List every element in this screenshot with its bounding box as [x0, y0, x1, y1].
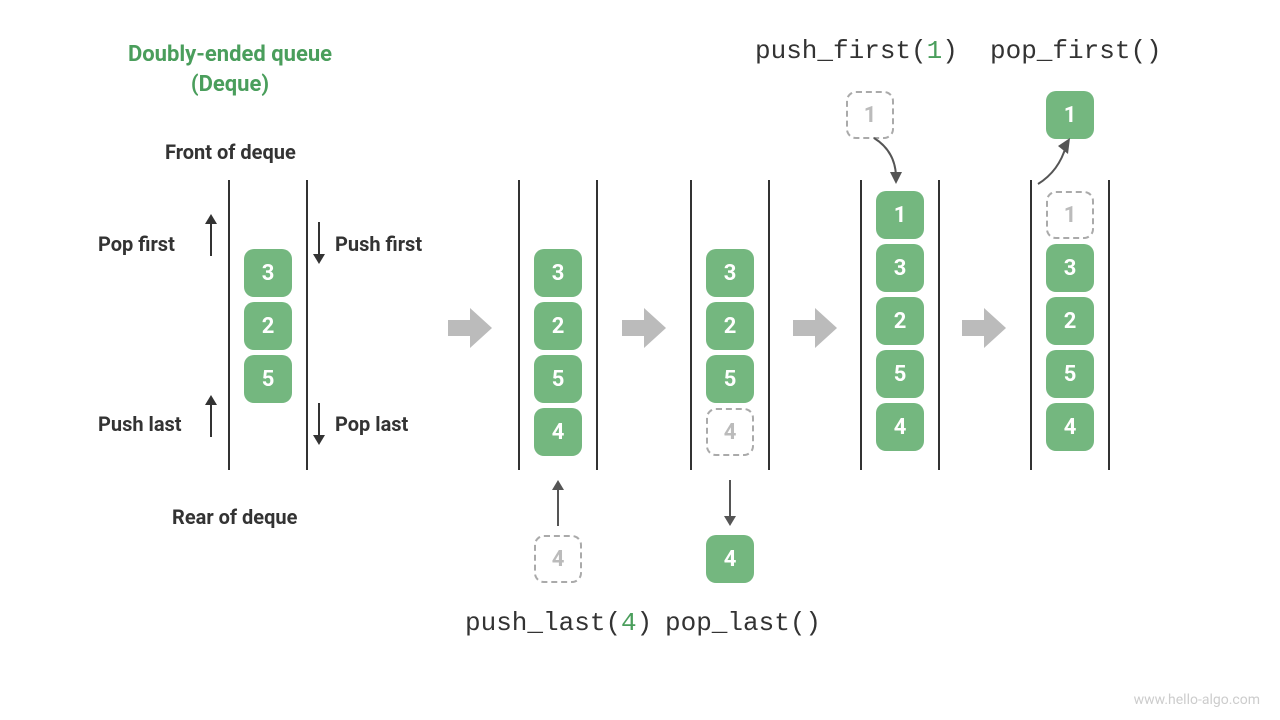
deque-state-4: 1 3 2 5 4 — [860, 180, 940, 470]
op-name: pop_last — [665, 608, 790, 638]
deque-cell-ghost: 4 — [706, 408, 754, 456]
deque-cell: 2 — [244, 302, 292, 350]
deque-cell: 5 — [244, 355, 292, 403]
title-line1: Doubly-ended queue — [100, 40, 360, 70]
arrow-down-icon — [318, 403, 320, 437]
deque-cell: 5 — [534, 355, 582, 403]
deque-cell: 3 — [1046, 244, 1094, 292]
deque-cell: 3 — [534, 249, 582, 297]
deque-cell: 3 — [244, 249, 292, 297]
op-name: pop_first — [990, 36, 1130, 66]
deque-cell-ghost: 1 — [1046, 191, 1094, 239]
op-pop-first: pop_first() — [990, 36, 1162, 66]
op-push-last: push_last(4) — [465, 608, 652, 638]
deque-state-5: 1 3 2 5 4 — [1030, 180, 1110, 470]
deque-cell: 2 — [706, 302, 754, 350]
deque-cell: 4 — [534, 408, 582, 456]
deque-cell: 3 — [706, 249, 754, 297]
push-last-floating: 4 — [534, 535, 582, 583]
deque-state-1: 3 2 5 — [228, 180, 308, 470]
deque-cell: 2 — [1046, 297, 1094, 345]
deque-cell: 2 — [534, 302, 582, 350]
attribution: www.hello-algo.com — [1134, 692, 1260, 708]
push-first-label: Push first — [335, 232, 422, 256]
step-arrow-icon — [448, 308, 492, 348]
deque-cell: 5 — [1046, 350, 1094, 398]
deque-state-3: 3 2 5 4 — [690, 180, 770, 470]
step-arrow-icon — [793, 308, 837, 348]
op-name: push_last — [465, 608, 605, 638]
pop-last-arrow-icon — [720, 478, 750, 532]
push-last-arrow-icon — [548, 478, 578, 532]
op-pop-last: pop_last() — [665, 608, 821, 638]
arrow-up-icon — [210, 403, 212, 437]
deque-cell: 2 — [876, 297, 924, 345]
deque-cell: 3 — [876, 244, 924, 292]
deque-cell: 5 — [876, 350, 924, 398]
arrow-down-icon — [318, 222, 320, 256]
op-arg: 4 — [621, 608, 637, 638]
rear-label: Rear of deque — [172, 505, 297, 529]
deque-cell: 4 — [1046, 403, 1094, 451]
push-last-label: Push last — [98, 412, 182, 436]
front-label: Front of deque — [165, 140, 296, 164]
pop-last-label: Pop last — [335, 412, 408, 436]
deque-state-2: 3 2 5 4 — [518, 180, 598, 470]
arrow-up-icon — [210, 222, 212, 256]
deque-cell: 5 — [706, 355, 754, 403]
pop-last-floating: 4 — [706, 535, 754, 583]
op-name: push_first — [755, 36, 911, 66]
deque-cell: 1 — [876, 191, 924, 239]
push-first-arrow-icon — [870, 136, 910, 188]
op-arg: 1 — [927, 36, 943, 66]
op-push-first: push_first(1) — [755, 36, 958, 66]
pop-first-floating: 1 — [1046, 91, 1094, 139]
step-arrow-icon — [622, 308, 666, 348]
diagram-title: Doubly-ended queue (Deque) — [100, 40, 360, 99]
deque-cell: 4 — [876, 403, 924, 451]
push-first-floating: 1 — [846, 91, 894, 139]
step-arrow-icon — [962, 308, 1006, 348]
pop-first-label: Pop first — [98, 232, 175, 256]
title-line2: (Deque) — [100, 70, 360, 100]
pop-first-arrow-icon — [1034, 136, 1078, 188]
